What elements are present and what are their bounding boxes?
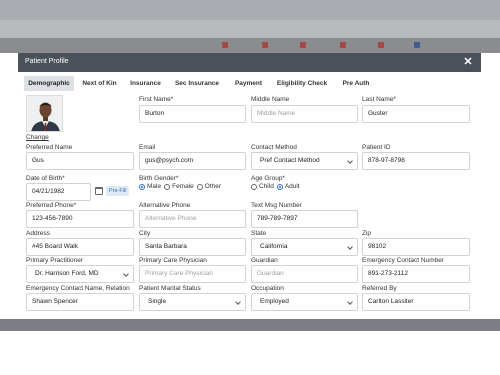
radio-other[interactable] [196,183,203,190]
gender-female-label: Female [172,183,194,190]
tab-sec-insurance[interactable]: Sec Insurance [170,76,224,91]
zip-field[interactable]: 98102 [362,238,470,256]
contact-method-select[interactable]: Pref Contact Method [251,152,358,170]
gender-option-other[interactable]: Other [196,183,222,190]
email-field[interactable]: gus@psych.com [139,152,246,170]
age-option-child[interactable]: Child [251,183,274,190]
tab-insurance[interactable]: Insurance [127,76,164,91]
modal-title: Patient Profile [25,58,69,65]
age-adult-label: Adult [284,183,300,190]
emergency-number-label: Emergency Contact Number [362,257,445,264]
primary-care-field[interactable]: Primary Care Physician [139,265,246,283]
emergency-name-field[interactable]: Shawn Spencer [26,293,134,311]
preferred-phone-field[interactable]: 123-456-7890 [26,210,134,228]
patient-profile-modal: Patient Profile ✕ Demographic Next of Ki… [18,53,481,319]
background-icon [414,42,420,48]
occupation-label: Occupation [251,285,284,292]
city-label: City [139,230,151,237]
contact-method-label: Contact Method [251,144,297,151]
state-label: State [251,230,267,237]
primary-practitioner-label: Primary Practitioner [26,257,84,264]
dob-field[interactable]: 04/21/1982 [26,183,91,201]
modal-header: Patient Profile ✕ [18,53,481,72]
radio-female[interactable] [164,183,171,190]
close-icon[interactable]: ✕ [462,56,474,68]
preferred-name-field[interactable]: Gus [26,152,134,170]
background-icon [262,42,268,48]
address-label: Address [26,230,50,237]
marital-status-select[interactable]: Single [139,293,246,311]
tab-pre-auth[interactable]: Pre Auth [338,76,374,91]
patient-photo [26,95,63,132]
middle-name-label: Middle Name [251,96,290,103]
age-child-label: Child [259,183,274,190]
patient-photo-image [27,96,62,131]
alt-phone-label: Alternative Phone [139,202,191,209]
guardian-label: Guardian [251,257,278,264]
background-top-stripe [0,0,500,20]
background-icon [222,42,228,48]
background-icon [378,42,384,48]
calendar-icon[interactable] [95,187,103,195]
birth-gender-radios: Male Female Other [139,183,224,190]
first-name-field[interactable]: Burton [139,105,246,123]
tab-demographic[interactable]: Demographic [24,76,74,91]
emergency-number-field[interactable]: 891-273-2112 [362,265,470,283]
preferred-phone-label: Preferred Phone* [26,202,77,209]
alt-phone-field[interactable]: Alternative Phone [139,210,246,228]
background-toolbar [0,38,500,53]
city-field[interactable]: Santa Barbara [139,238,246,256]
occupation-select[interactable]: Employed [251,293,358,311]
address-field[interactable]: #45 Board Walk [26,238,134,256]
patient-id-label: Patient ID [362,144,391,151]
gender-other-label: Other [204,183,222,190]
tab-next-of-kin[interactable]: Next of Kin [76,76,123,91]
age-group-radios: Child Adult [251,183,303,190]
background-footer [0,331,500,375]
age-group-label: Age Group* [251,175,285,182]
dob-label: Date of Birth* [26,175,65,182]
change-photo-link[interactable]: Change [26,134,49,141]
background-icon [340,42,346,48]
patient-id-field[interactable]: 878-97-8798 [362,152,470,170]
email-label: Email [139,144,156,151]
background-status-bar [0,319,500,331]
zip-label: Zip [362,230,372,237]
referred-by-field[interactable]: Carlton Lassiter [362,293,470,311]
middle-name-field[interactable]: Middle Name [251,105,358,123]
gender-male-label: Male [147,183,162,190]
referred-by-label: Referred By [362,285,397,292]
primary-practitioner-select[interactable]: Dr. Harrison Ford, MD [26,265,134,283]
background-app-header [0,0,500,53]
text-msg-label: Text Msg Number [251,202,302,209]
radio-adult[interactable] [276,183,283,190]
text-msg-field[interactable]: 789-789-7897 [251,210,358,228]
prefill-button[interactable]: Pre-Fill [106,186,130,196]
first-name-label: First Name* [139,96,174,103]
radio-child[interactable] [251,183,257,190]
radio-male[interactable] [139,183,145,190]
state-select[interactable]: California [251,238,358,256]
gender-option-female[interactable]: Female [164,183,194,190]
age-option-adult[interactable]: Adult [276,183,300,190]
marital-status-label: Patient Marital Status [139,285,201,292]
background-icon [300,42,306,48]
preferred-name-label: Preferred Name [26,144,73,151]
birth-gender-label: Birth Gender* [139,175,179,182]
primary-care-label: Primary Care Physician [139,257,207,264]
emergency-name-label: Emergency Contact Name, Relation [26,285,130,292]
last-name-field[interactable]: Guster [362,105,470,123]
guardian-field[interactable]: Guardian [251,265,358,283]
tab-payment[interactable]: Payment [231,76,266,91]
gender-option-male[interactable]: Male [139,183,161,190]
tab-eligibility-check[interactable]: Eligibility Check [272,76,332,91]
last-name-label: Last Name* [362,96,396,103]
